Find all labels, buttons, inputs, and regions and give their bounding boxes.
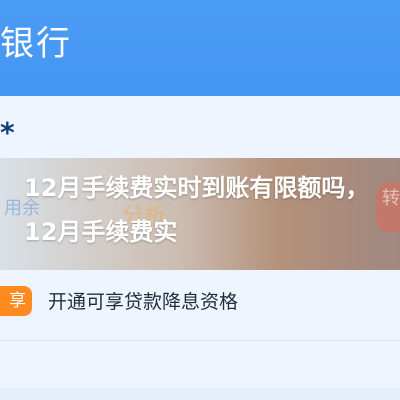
card-heading: * bbox=[0, 116, 15, 149]
bank-title: 银行 bbox=[0, 24, 72, 64]
bottom-strip bbox=[0, 388, 400, 400]
section-divider bbox=[0, 340, 400, 341]
benefit-text: 开通可享贷款降息资格 bbox=[48, 291, 239, 313]
article-title: 12月手续费实时到账有限额吗，12月手续费实 bbox=[24, 174, 370, 246]
benefit-badge: 享 bbox=[0, 286, 32, 316]
loan-benefit-row[interactable]: 享 开通可享贷款降息资格 bbox=[0, 282, 400, 322]
